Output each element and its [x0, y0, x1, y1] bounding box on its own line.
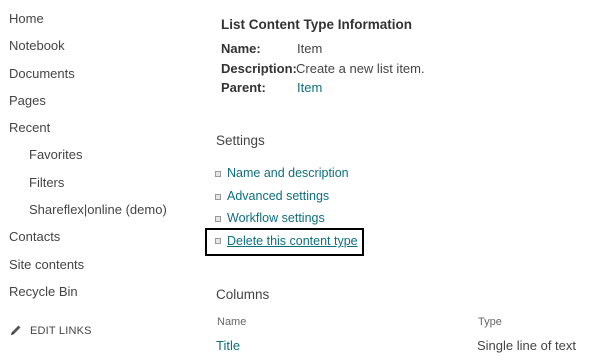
advanced-settings-link[interactable]: Advanced settings	[227, 189, 329, 203]
info-title: List Content Type Information	[221, 17, 412, 32]
pencil-icon	[10, 325, 30, 337]
name-and-description-link[interactable]: Name and description	[227, 166, 349, 180]
bullet-icon	[215, 171, 221, 177]
nav-item-contacts[interactable]: Contacts	[9, 229, 60, 244]
delete-content-type-link[interactable]: Delete this content type	[227, 234, 358, 248]
nav-item-notebook[interactable]: Notebook	[9, 38, 65, 53]
edit-links-button[interactable]: EDIT LINKS	[10, 324, 92, 337]
bullet-icon	[215, 238, 221, 244]
column-type-value: Single line of text	[477, 338, 577, 353]
nav-item-home[interactable]: Home	[9, 11, 44, 26]
bullet-icon	[215, 194, 221, 200]
column-title-link[interactable]: Title	[216, 338, 240, 353]
nav-item-filters[interactable]: Filters	[29, 175, 64, 190]
nav-item-documents[interactable]: Documents	[9, 66, 75, 81]
edit-links-label: EDIT LINKS	[30, 325, 92, 337]
workflow-settings-link[interactable]: Workflow settings	[227, 211, 325, 225]
parent-link[interactable]: Item	[297, 80, 322, 95]
column-header-name: Name	[217, 316, 247, 328]
settings-heading: Settings	[216, 133, 265, 148]
nav-item-shareflex[interactable]: Shareflex|online (demo)	[29, 202, 167, 217]
bullet-icon	[215, 216, 221, 222]
description-label: Description:	[221, 61, 297, 76]
name-label: Name:	[221, 41, 261, 56]
nav-item-recycle-bin[interactable]: Recycle Bin	[9, 284, 78, 299]
nav-item-site-contents[interactable]: Site contents	[9, 257, 84, 272]
column-header-type: Type	[478, 316, 502, 328]
nav-item-favorites[interactable]: Favorites	[29, 147, 82, 162]
nav-item-pages[interactable]: Pages	[9, 93, 46, 108]
description-value: Create a new list item.	[296, 61, 425, 76]
columns-heading: Columns	[216, 287, 270, 302]
nav-item-recent[interactable]: Recent	[9, 120, 50, 135]
parent-label: Parent:	[221, 80, 266, 95]
name-value: Item	[297, 41, 323, 56]
